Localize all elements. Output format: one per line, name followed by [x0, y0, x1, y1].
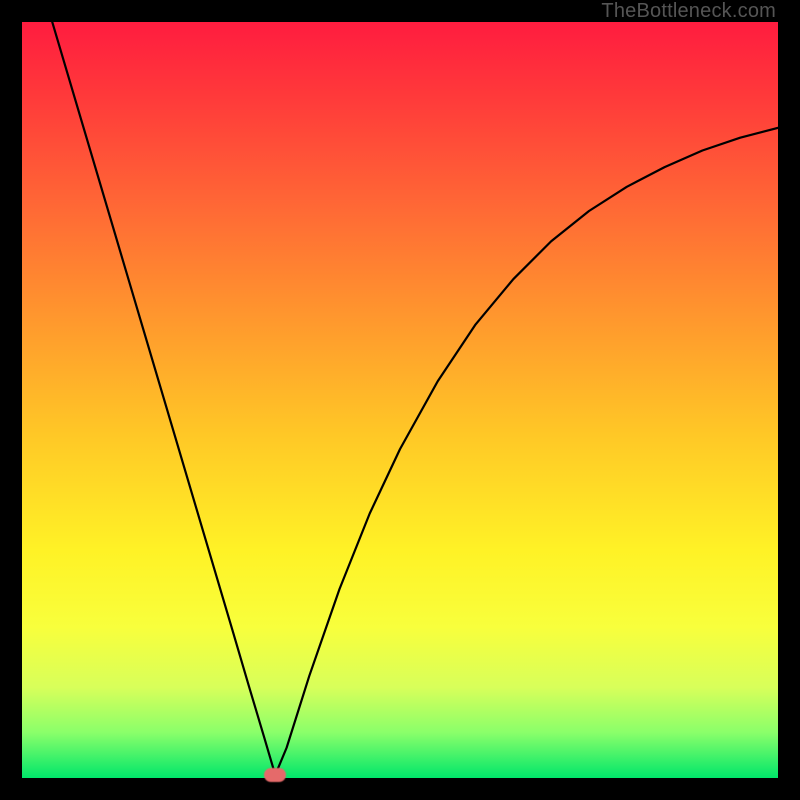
chart-frame: TheBottleneck.com	[0, 0, 800, 800]
plot-area	[22, 22, 778, 778]
bottleneck-curve	[22, 22, 778, 778]
watermark-text: TheBottleneck.com	[601, 0, 776, 23]
optimum-marker	[264, 768, 286, 782]
